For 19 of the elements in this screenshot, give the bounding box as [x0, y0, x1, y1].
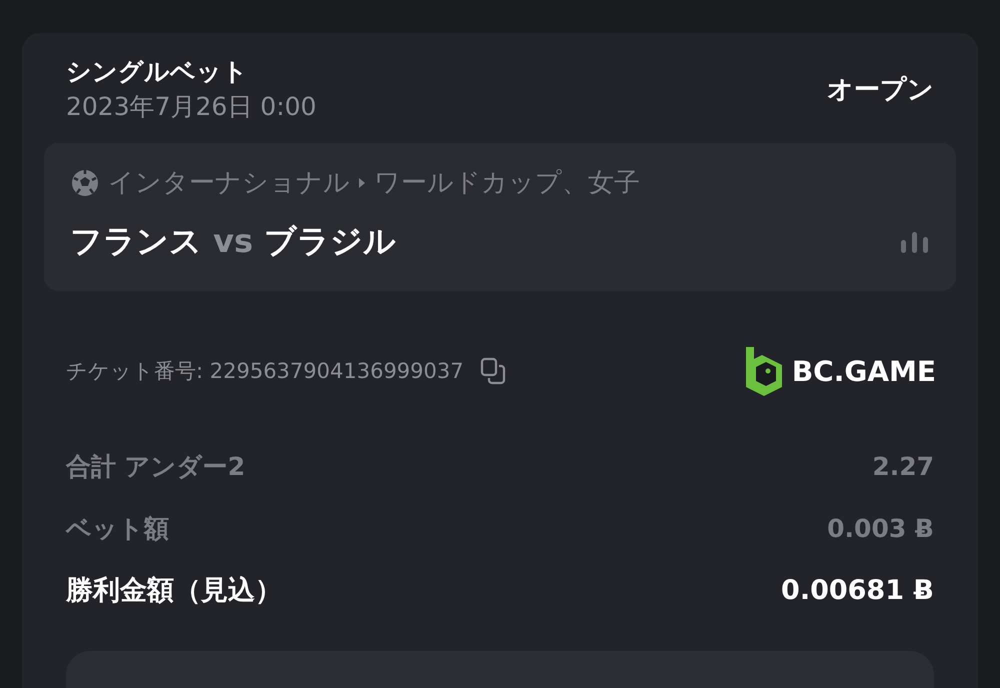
breadcrumb-league[interactable]: ワールドカップ、女子 [374, 165, 640, 200]
stats-icon[interactable] [900, 230, 930, 254]
bet-status: オープン [827, 74, 934, 106]
summary-value: 2.27 [872, 452, 934, 480]
logo-icon [744, 345, 784, 397]
bet-date: 2023年7月26日 0:00 [66, 91, 316, 123]
ticket-number: チケット番号: 2295637904136999037 [66, 358, 464, 385]
match-title: フランス vs ブラジル [70, 221, 396, 262]
summary-value: 0.00681 Ƀ [781, 574, 934, 606]
summary-label: 勝利金額（見込） [66, 574, 282, 608]
bet-type: シングルベット [66, 56, 249, 88]
summary-label: 合計 アンダー2 [66, 450, 246, 482]
brand-name: BC.GAME [792, 354, 936, 388]
soccer-ball-icon [70, 168, 100, 198]
breadcrumb-category[interactable]: インターナショナル [108, 165, 350, 200]
summary-label: ベット額 [66, 512, 169, 544]
copy-icon[interactable] [480, 357, 506, 385]
chevron-icon [358, 176, 366, 188]
summary-value: 0.003 Ƀ [827, 514, 934, 542]
